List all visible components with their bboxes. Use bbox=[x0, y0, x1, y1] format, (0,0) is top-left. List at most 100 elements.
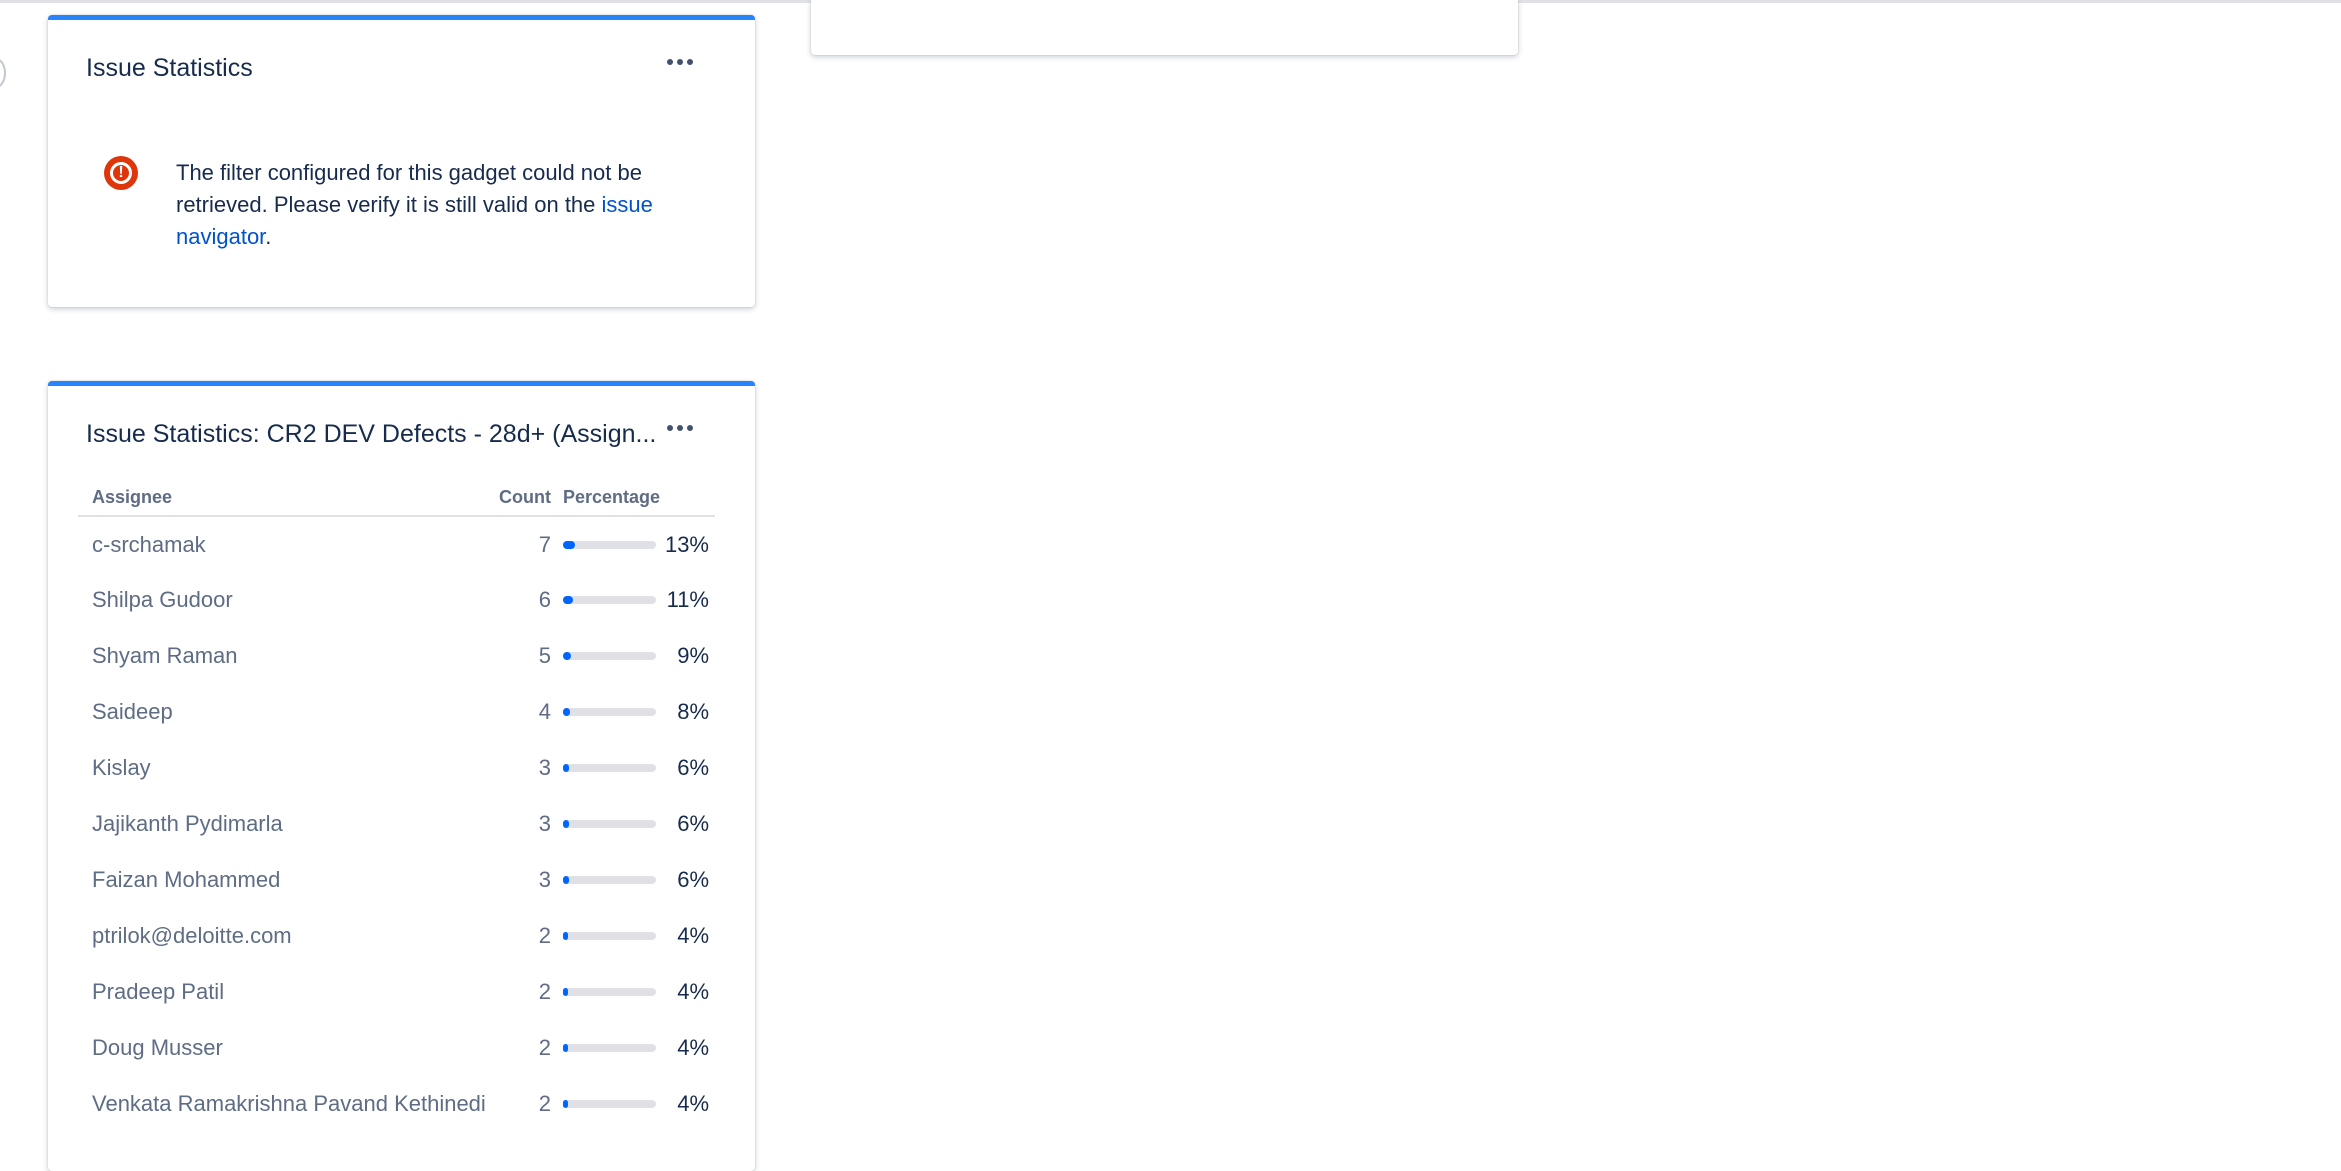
table-row: Shilpa Gudoor 6 11% bbox=[78, 572, 715, 628]
percentage-bar bbox=[563, 820, 656, 828]
percentage-bar-cell bbox=[563, 796, 663, 852]
assignee-link[interactable]: Doug Musser bbox=[78, 1020, 497, 1076]
percentage-bar-fill bbox=[563, 820, 569, 828]
sidebar-collapse-handle[interactable] bbox=[0, 58, 6, 88]
table-row: Kislay 3 6% bbox=[78, 740, 715, 796]
issue-count-link[interactable]: 2 bbox=[497, 1020, 563, 1076]
percentage-bar bbox=[563, 988, 656, 996]
percentage-bar-cell bbox=[563, 1076, 663, 1132]
table-row: ptrilok@deloitte.com 2 4% bbox=[78, 908, 715, 964]
table-row: Jajikanth Pydimarla 3 6% bbox=[78, 796, 715, 852]
assignee-link[interactable]: c-srchamak bbox=[78, 516, 497, 572]
issue-count-link[interactable]: 2 bbox=[497, 964, 563, 1020]
table-row: Shyam Raman 5 9% bbox=[78, 628, 715, 684]
dot-icon bbox=[687, 425, 693, 431]
percentage-bar-cell bbox=[563, 740, 663, 796]
gadget-title: Issue Statistics: CR2 DEV Defects - 28d+… bbox=[86, 420, 657, 448]
issue-count-link[interactable]: 2 bbox=[497, 908, 563, 964]
percentage-bar-cell bbox=[563, 852, 663, 908]
dot-icon bbox=[667, 59, 673, 65]
assignee-stats-table: Assignee Count Percentage c-srchamak 7 13%… bbox=[78, 486, 715, 1132]
dot-icon bbox=[677, 59, 683, 65]
issue-count-link[interactable]: 3 bbox=[497, 796, 563, 852]
error-message-text: The filter configured for this gadget co… bbox=[176, 160, 642, 217]
percentage-bar bbox=[563, 1044, 656, 1052]
percentage-bar-fill bbox=[563, 764, 569, 772]
column-header-percentage: Percentage bbox=[563, 486, 715, 517]
percentage-bar-fill bbox=[563, 988, 568, 996]
assignee-link[interactable]: ptrilok@deloitte.com bbox=[78, 908, 497, 964]
dot-icon bbox=[677, 425, 683, 431]
table-row: Faizan Mohammed 3 6% bbox=[78, 852, 715, 908]
percentage-value: 13% bbox=[664, 531, 709, 557]
percentage-bar-cell bbox=[563, 684, 663, 740]
percentage-bar bbox=[563, 764, 656, 772]
percentage-bar bbox=[563, 652, 656, 660]
error-message-suffix: . bbox=[265, 224, 272, 249]
issue-statistics-assignee-gadget: Issue Statistics: CR2 DEV Defects - 28d+… bbox=[48, 381, 755, 1171]
percentage-value: 9% bbox=[677, 643, 709, 668]
percentage-bar-fill bbox=[563, 876, 569, 884]
assignee-link[interactable]: Jajikanth Pydimarla bbox=[78, 796, 497, 852]
percentage-value: 6% bbox=[677, 811, 709, 836]
table-row: Saideep 4 8% bbox=[78, 684, 715, 740]
issue-count-link[interactable]: 7 bbox=[497, 516, 563, 572]
gadget-title: Issue Statistics bbox=[86, 54, 253, 82]
percentage-bar-fill bbox=[563, 932, 568, 940]
assignee-link[interactable]: Kislay bbox=[78, 740, 497, 796]
assignee-link[interactable]: Shyam Raman bbox=[78, 628, 497, 684]
issue-count-link[interactable]: 3 bbox=[497, 740, 563, 796]
table-row: Pradeep Patil 2 4% bbox=[78, 964, 715, 1020]
percentage-bar-cell bbox=[563, 572, 663, 628]
percentage-bar bbox=[563, 708, 656, 716]
issue-count-link[interactable]: 6 bbox=[497, 572, 563, 628]
percentage-bar-fill bbox=[563, 1100, 568, 1108]
percentage-value: 11% bbox=[666, 587, 709, 612]
percentage-value: 4% bbox=[677, 923, 709, 948]
percentage-value: 4% bbox=[677, 979, 709, 1004]
percentage-bar bbox=[563, 876, 656, 884]
percentage-value: 4% bbox=[677, 1035, 709, 1060]
dot-icon bbox=[687, 59, 693, 65]
adjacent-gadget bbox=[811, 0, 1518, 55]
percentage-bar-cell bbox=[563, 964, 663, 1020]
table-row: c-srchamak 7 13% bbox=[78, 516, 715, 572]
percentage-bar bbox=[563, 540, 656, 549]
issue-count-link[interactable]: 3 bbox=[497, 852, 563, 908]
issue-count-link[interactable]: 2 bbox=[497, 1076, 563, 1132]
percentage-bar-fill bbox=[563, 708, 570, 716]
table-row: Venkata Ramakrishna Pavand Kethinedi 2 4% bbox=[78, 1076, 715, 1132]
issue-count-link[interactable]: 4 bbox=[497, 684, 563, 740]
error-icon: ! bbox=[104, 156, 138, 190]
percentage-bar-fill bbox=[563, 540, 575, 549]
percentage-value: 8% bbox=[677, 699, 709, 724]
more-options-button[interactable] bbox=[663, 50, 697, 74]
table-row: Doug Musser 2 4% bbox=[78, 1020, 715, 1076]
column-header-assignee: Assignee bbox=[78, 486, 498, 517]
issue-count-link[interactable]: 5 bbox=[497, 628, 563, 684]
dot-icon bbox=[667, 425, 673, 431]
percentage-bar-cell bbox=[563, 908, 663, 964]
assignee-link[interactable]: Shilpa Gudoor bbox=[78, 572, 497, 628]
assignee-link[interactable]: Faizan Mohammed bbox=[78, 852, 497, 908]
percentage-value: 6% bbox=[677, 755, 709, 780]
table-header-row: Assignee Count Percentage bbox=[78, 486, 715, 517]
percentage-value: 4% bbox=[677, 1091, 709, 1116]
percentage-bar bbox=[563, 932, 656, 940]
percentage-bar-cell bbox=[563, 516, 663, 572]
percentage-bar-fill bbox=[563, 596, 573, 604]
assignee-link[interactable]: Venkata Ramakrishna Pavand Kethinedi bbox=[78, 1076, 497, 1132]
percentage-value: 6% bbox=[677, 867, 709, 892]
issue-statistics-gadget: Issue Statistics ! The filter configured… bbox=[48, 15, 755, 307]
assignee-link[interactable]: Pradeep Patil bbox=[78, 964, 497, 1020]
percentage-bar-cell bbox=[563, 628, 663, 684]
percentage-bar bbox=[563, 1100, 656, 1108]
percentage-bar-fill bbox=[563, 1044, 568, 1052]
column-header-count: Count bbox=[497, 486, 563, 517]
assignee-link[interactable]: Saideep bbox=[78, 684, 497, 740]
percentage-bar-fill bbox=[563, 652, 571, 660]
more-options-button[interactable] bbox=[663, 416, 697, 440]
error-message: The filter configured for this gadget co… bbox=[176, 157, 656, 253]
percentage-bar-cell bbox=[563, 1020, 663, 1076]
percentage-bar bbox=[563, 596, 656, 604]
